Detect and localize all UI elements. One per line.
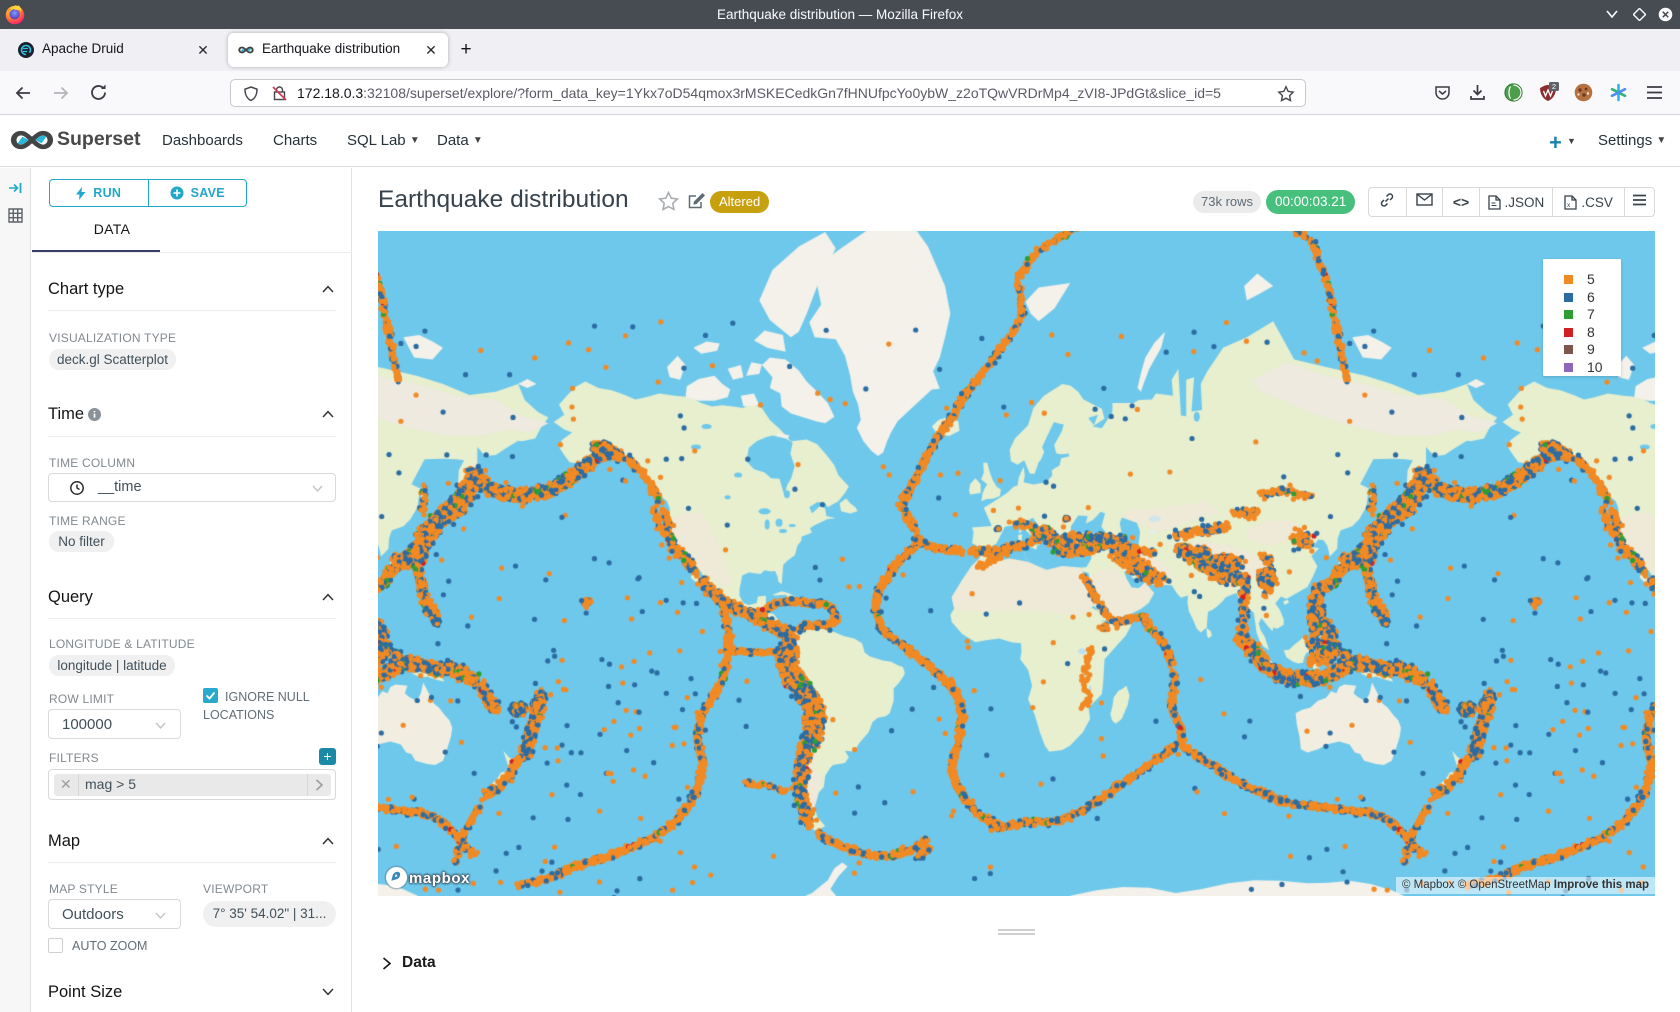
svg-text:x: x <box>1567 202 1571 209</box>
svg-text:2: 2 <box>1552 82 1556 91</box>
